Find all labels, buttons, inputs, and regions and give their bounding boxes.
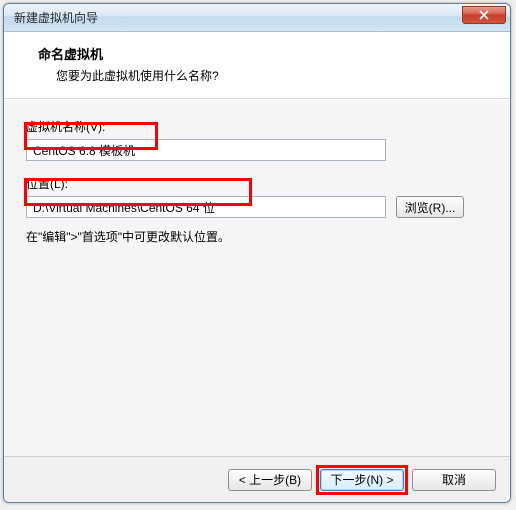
cancel-button[interactable]: 取消: [412, 469, 496, 491]
close-button[interactable]: [462, 6, 506, 24]
window-title: 新建虚拟机向导: [14, 9, 462, 26]
footer: < 上一步(B) 下一步(N) > 取消: [4, 456, 510, 502]
titlebar: 新建虚拟机向导: [4, 4, 510, 32]
page-title: 命名虚拟机: [38, 44, 490, 63]
content-area: 虚拟机名称(V): 位置(L): 浏览(R)... 在"编辑">"首选项"中可更…: [4, 99, 510, 456]
location-label: 位置(L):: [26, 175, 488, 192]
back-button[interactable]: < 上一步(B): [228, 469, 312, 491]
location-input[interactable]: [26, 196, 386, 218]
close-icon: [479, 10, 489, 20]
wizard-window: 新建虚拟机向导 命名虚拟机 您要为此虚拟机使用什么名称? 虚拟机名称(V): 位…: [3, 3, 511, 503]
header-panel: 命名虚拟机 您要为此虚拟机使用什么名称?: [4, 32, 510, 99]
vm-name-input[interactable]: [26, 139, 386, 161]
browse-button[interactable]: 浏览(R)...: [396, 196, 464, 218]
hint-text: 在"编辑">"首选项"中可更改默认位置。: [26, 228, 488, 245]
vm-name-label: 虚拟机名称(V):: [26, 118, 488, 135]
next-button[interactable]: 下一步(N) >: [320, 469, 404, 491]
page-subtitle: 您要为此虚拟机使用什么名称?: [38, 67, 490, 84]
